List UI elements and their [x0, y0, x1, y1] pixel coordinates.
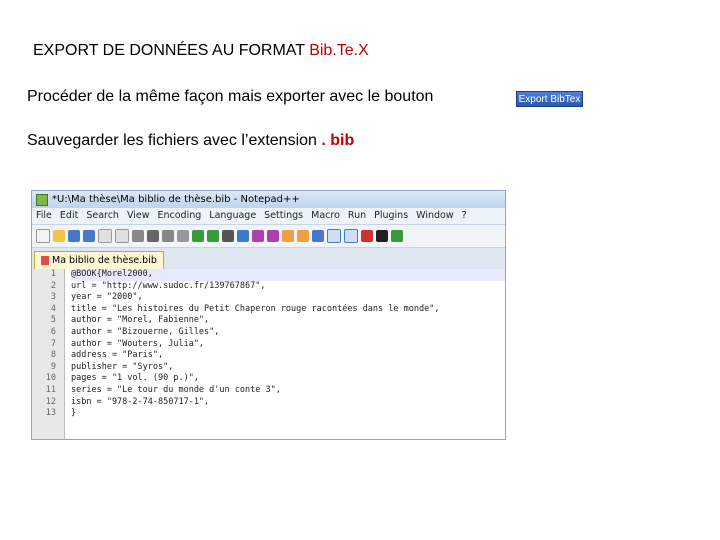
replace-icon[interactable] [237, 230, 249, 242]
code-line: publisher = "Syros", [71, 361, 174, 372]
line-number-gutter: 1 2 3 4 5 6 7 8 9 10 11 12 13 [32, 269, 65, 439]
line-number: 5 [50, 315, 56, 326]
code-line: author = "Wouters, Julia", [71, 338, 205, 349]
menu-language[interactable]: Language [209, 208, 256, 224]
save-icon[interactable] [68, 230, 80, 242]
notepad-window: *U:\Ma thèse\Ma biblio de thèse.bib - No… [31, 190, 506, 440]
line-number: 10 [45, 373, 56, 384]
print-icon[interactable] [132, 230, 144, 242]
bib-extension: . bib [321, 132, 355, 149]
redo-icon[interactable] [207, 230, 219, 242]
code-line: pages = "1 vol. (90 p.)", [71, 373, 199, 384]
line-number: 4 [50, 303, 56, 314]
save-all-icon[interactable] [83, 230, 95, 242]
menu-edit[interactable]: Edit [60, 208, 78, 224]
tab-label: Ma biblio de thèse.bib [52, 255, 157, 266]
menu-help[interactable]: ? [462, 208, 467, 224]
line-number: 9 [50, 361, 56, 372]
tab-document[interactable]: Ma biblio de thèse.bib [34, 251, 164, 269]
export-bibtex-button[interactable]: Export BibTex [516, 91, 583, 107]
zoom-out-icon[interactable] [267, 230, 279, 242]
window-titlebar: *U:\Ma thèse\Ma biblio de thèse.bib - No… [32, 191, 505, 208]
code-text[interactable]: @BOOK{Morel2000, url = "http://www.sudoc… [65, 269, 505, 439]
line-number: 2 [50, 280, 56, 291]
find-icon[interactable] [222, 230, 234, 242]
paste-icon[interactable] [177, 230, 189, 242]
slide-title-accent: Bib.Te.X [309, 42, 369, 59]
close-all-icon[interactable] [115, 229, 129, 243]
menu-bar: File Edit Search View Encoding Language … [32, 208, 505, 224]
sync-scroll-icon[interactable] [282, 230, 294, 242]
undo-icon[interactable] [192, 230, 204, 242]
code-line: isbn = "978-2-74-850717-1", [71, 396, 210, 407]
copy-icon[interactable] [162, 230, 174, 242]
play-macro-icon[interactable] [391, 230, 403, 242]
line-number: 13 [45, 408, 56, 419]
code-line: series = "Le tour du monde d'un conte 3"… [71, 384, 281, 395]
code-line: author = "Morel, Fabienne", [71, 315, 210, 326]
menu-file[interactable]: File [36, 208, 52, 224]
cut-icon[interactable] [147, 230, 159, 242]
close-icon[interactable] [98, 229, 112, 243]
line-number: 11 [45, 384, 56, 395]
instruction-line-1: Procéder de la même façon mais exporter … [27, 88, 434, 105]
toolbar [32, 224, 505, 248]
code-line: @BOOK{Morel2000, [71, 269, 505, 281]
line-number: 6 [50, 326, 56, 337]
line-number: 12 [45, 396, 56, 407]
show-all-chars-icon[interactable] [312, 230, 324, 242]
menu-search[interactable]: Search [86, 208, 119, 224]
new-file-icon[interactable] [36, 229, 50, 243]
slide-title-main: EXPORT DE DONNÉES AU FORMAT [33, 42, 310, 59]
code-line: year = "2000", [71, 292, 143, 303]
code-line: author = "Bizouerne, Gilles", [71, 326, 220, 337]
code-line: url = "http://www.sudoc.fr/139767867", [71, 280, 266, 291]
open-folder-icon[interactable] [53, 230, 65, 242]
notepadpp-icon [36, 193, 48, 206]
code-line: } [71, 408, 77, 419]
menu-run[interactable]: Run [348, 208, 366, 224]
line-number: 7 [50, 338, 56, 349]
menu-plugins[interactable]: Plugins [374, 208, 408, 224]
doc-map-icon[interactable] [344, 229, 358, 243]
menu-settings[interactable]: Settings [264, 208, 303, 224]
stop-macro-icon[interactable] [376, 230, 388, 242]
word-wrap-icon[interactable] [297, 230, 309, 242]
indent-guide-icon[interactable] [327, 229, 341, 243]
menu-macro[interactable]: Macro [311, 208, 340, 224]
line-number: 8 [50, 350, 56, 361]
record-macro-icon[interactable] [361, 230, 373, 242]
instruction-line-2: Sauvegarder les fichiers avec l’extensio… [27, 132, 354, 150]
zoom-in-icon[interactable] [252, 230, 264, 242]
line-number: 1 [50, 269, 56, 279]
code-line: title = "Les histoires du Petit Chaperon… [71, 303, 440, 314]
code-line: address = "Paris", [71, 350, 164, 361]
slide-title: EXPORT DE DONNÉES AU FORMAT Bib.Te.X [33, 42, 369, 60]
instruction-line-2-text: Sauvegarder les fichiers avec l’extensio… [27, 132, 322, 149]
unsaved-file-icon [41, 256, 49, 265]
editor-area[interactable]: 1 2 3 4 5 6 7 8 9 10 11 12 13 @BOOK{More… [32, 269, 505, 439]
window-title: *U:\Ma thèse\Ma biblio de thèse.bib - No… [52, 194, 300, 205]
menu-encoding[interactable]: Encoding [158, 208, 202, 224]
tab-bar: Ma biblio de thèse.bib [32, 248, 505, 269]
menu-view[interactable]: View [127, 208, 150, 224]
line-number: 3 [50, 292, 56, 303]
menu-window[interactable]: Window [416, 208, 453, 224]
